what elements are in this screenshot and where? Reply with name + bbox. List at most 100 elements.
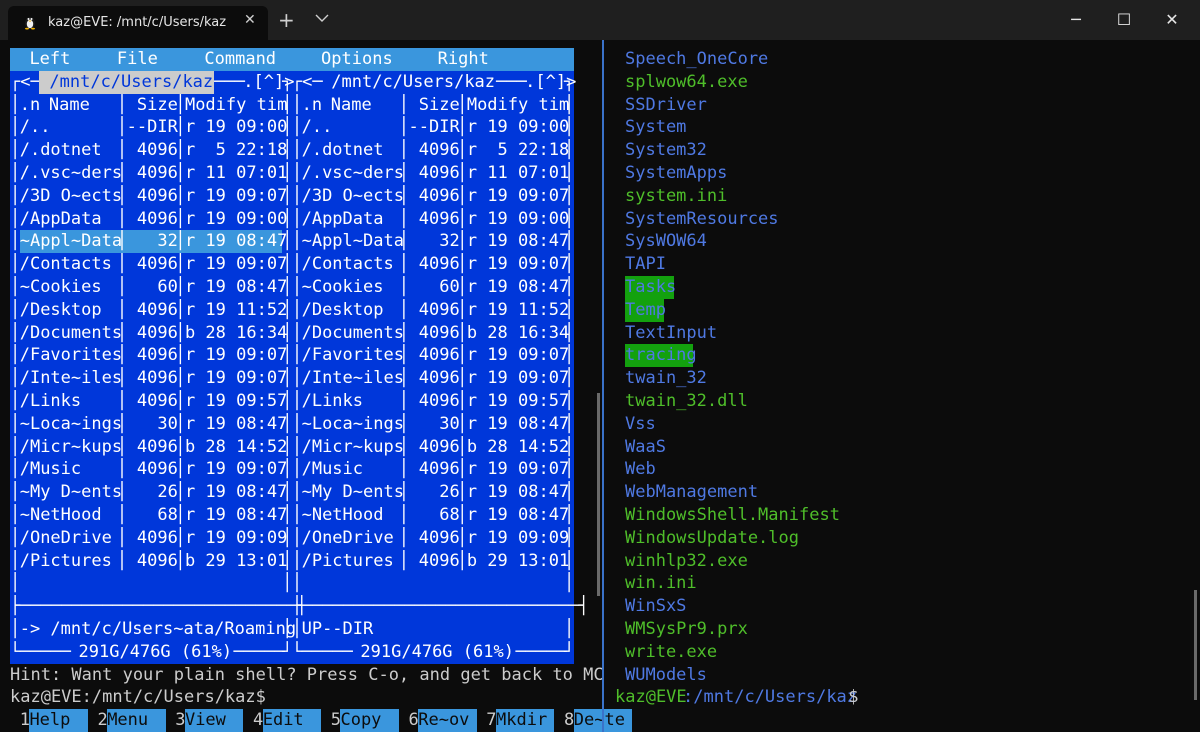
- file-name[interactable]: /Favorites: [20, 344, 122, 367]
- file-name[interactable]: ~Appl~Data: [20, 230, 122, 253]
- file-name[interactable]: /..: [302, 116, 399, 139]
- border: │: [10, 505, 21, 525]
- file-size: 32: [126, 231, 178, 252]
- menu-left[interactable]: Left: [29, 48, 70, 71]
- left-panel-corner: ┌<─: [10, 71, 41, 92]
- border: │: [564, 413, 575, 434]
- right-panel-path[interactable]: /mnt/c/Users/kaz: [321, 71, 496, 94]
- listing-item: WebManagement: [625, 482, 759, 503]
- file-name[interactable]: /.dotnet: [302, 139, 399, 162]
- file-name[interactable]: /OneDrive: [302, 527, 399, 550]
- chevron-down-icon[interactable]: [314, 10, 330, 26]
- file-name[interactable]: ~Loca~ings: [302, 413, 404, 436]
- left-pane-scrollbar[interactable]: [597, 393, 600, 596]
- border: │: [291, 527, 303, 548]
- file-name[interactable]: /Desktop: [302, 299, 399, 322]
- fkey-view[interactable]: View: [184, 709, 244, 732]
- menu-right[interactable]: Right: [438, 48, 489, 71]
- fkey-help[interactable]: Help: [29, 709, 88, 732]
- border: │: [282, 413, 293, 434]
- fkey-copy[interactable]: Copy: [340, 709, 399, 732]
- border: │: [116, 482, 128, 503]
- right-pane-scrollbar[interactable]: [1194, 590, 1197, 700]
- file-name[interactable]: /Documents: [20, 322, 122, 345]
- file-name[interactable]: /Inte~iles: [302, 367, 404, 390]
- file-name[interactable]: /..: [20, 116, 117, 139]
- file-name[interactable]: ~My D~ents: [20, 481, 122, 504]
- fkey-reov[interactable]: Re~ov: [418, 709, 477, 732]
- file-name[interactable]: /AppData: [302, 208, 399, 231]
- file-size: 4096: [408, 299, 460, 320]
- file-name[interactable]: /Desktop: [20, 299, 117, 322]
- border: │: [282, 322, 293, 343]
- file-name[interactable]: ~Appl~Data: [302, 230, 404, 253]
- file-name[interactable]: ~Cookies: [302, 276, 399, 299]
- pane-divider[interactable]: [602, 40, 604, 732]
- border: │: [10, 299, 21, 320]
- close-window-button[interactable]: ✕: [1144, 0, 1200, 40]
- file-name[interactable]: ~Cookies: [20, 276, 117, 299]
- listing-item: write.exe: [625, 641, 718, 662]
- border: ┐: [564, 71, 575, 92]
- menu-file[interactable]: File: [117, 48, 158, 71]
- close-tab-icon[interactable]: ✕: [244, 12, 256, 28]
- file-name[interactable]: /Documents: [302, 322, 404, 345]
- border: │: [564, 277, 575, 297]
- file-name[interactable]: /Inte~iles: [20, 367, 122, 390]
- file-name[interactable]: ~Loca~ings: [20, 413, 122, 436]
- file-name[interactable]: /3D O~ects: [20, 185, 122, 208]
- file-size: 4096: [408, 254, 460, 275]
- border: │: [398, 208, 410, 229]
- file-name[interactable]: /3D O~ects: [302, 185, 404, 208]
- file-modified: r 19 09:07: [184, 459, 288, 480]
- file-modified: b 29 13:01: [184, 550, 288, 571]
- terminal-tab[interactable]: kaz@EVE: /mnt/c/Users/kaz ✕: [8, 6, 268, 40]
- file-name[interactable]: /Pictures: [302, 550, 399, 573]
- file-name[interactable]: /Music: [302, 458, 399, 481]
- fkey-menu[interactable]: Menu: [107, 709, 166, 732]
- file-name[interactable]: /AppData: [20, 208, 117, 231]
- file-name[interactable]: /.vsc~ders: [20, 162, 122, 185]
- left-panel-path[interactable]: /mnt/c/Users/kaz: [39, 70, 215, 94]
- file-name[interactable]: /.vsc~ders: [302, 162, 404, 185]
- border: │: [398, 231, 410, 252]
- border: │: [398, 94, 410, 115]
- file-name[interactable]: /OneDrive: [20, 527, 117, 550]
- border: │: [116, 436, 128, 457]
- file-name[interactable]: /Contacts: [20, 253, 117, 276]
- listing-item: winhlp32.exe: [625, 550, 748, 571]
- file-name[interactable]: ~NetHood: [302, 504, 399, 527]
- file-size: 4096: [408, 322, 460, 343]
- file-name[interactable]: /Links: [302, 390, 399, 413]
- border: │: [291, 117, 303, 138]
- file-size: 4096: [408, 140, 460, 161]
- border: │: [457, 231, 468, 252]
- file-name[interactable]: /.dotnet: [20, 139, 117, 162]
- file-size: 4096: [126, 322, 178, 343]
- border: │: [10, 619, 21, 639]
- file-name[interactable]: ~My D~ents: [302, 481, 404, 504]
- file-name[interactable]: /Favorites: [302, 344, 404, 367]
- file-modified: r 19 09:07: [184, 254, 288, 275]
- border: │: [291, 505, 303, 525]
- new-tab-button[interactable]: +: [278, 8, 295, 32]
- fkey-mkdir[interactable]: Mkdir: [496, 709, 555, 732]
- file-name[interactable]: /Music: [20, 458, 117, 481]
- file-modified: r 19 09:57: [466, 391, 570, 411]
- menu-options[interactable]: Options: [321, 48, 393, 71]
- border: │: [291, 299, 303, 320]
- file-modified: r 19 09:07: [466, 345, 570, 366]
- fkey-number: 1: [19, 710, 30, 731]
- file-name[interactable]: /Pictures: [20, 550, 117, 573]
- border: │: [564, 527, 575, 548]
- border: │: [10, 254, 21, 275]
- fkey-edit[interactable]: Edit: [262, 709, 322, 732]
- menu-command[interactable]: Command: [204, 48, 276, 71]
- border: │: [457, 163, 468, 183]
- file-name[interactable]: /Contacts: [302, 253, 399, 276]
- file-name[interactable]: /Micr~kups: [20, 436, 122, 459]
- file-name[interactable]: /Links: [20, 390, 117, 413]
- file-name[interactable]: /Micr~kups: [302, 436, 404, 459]
- file-name[interactable]: ~NetHood: [20, 504, 117, 527]
- border: │: [457, 299, 468, 320]
